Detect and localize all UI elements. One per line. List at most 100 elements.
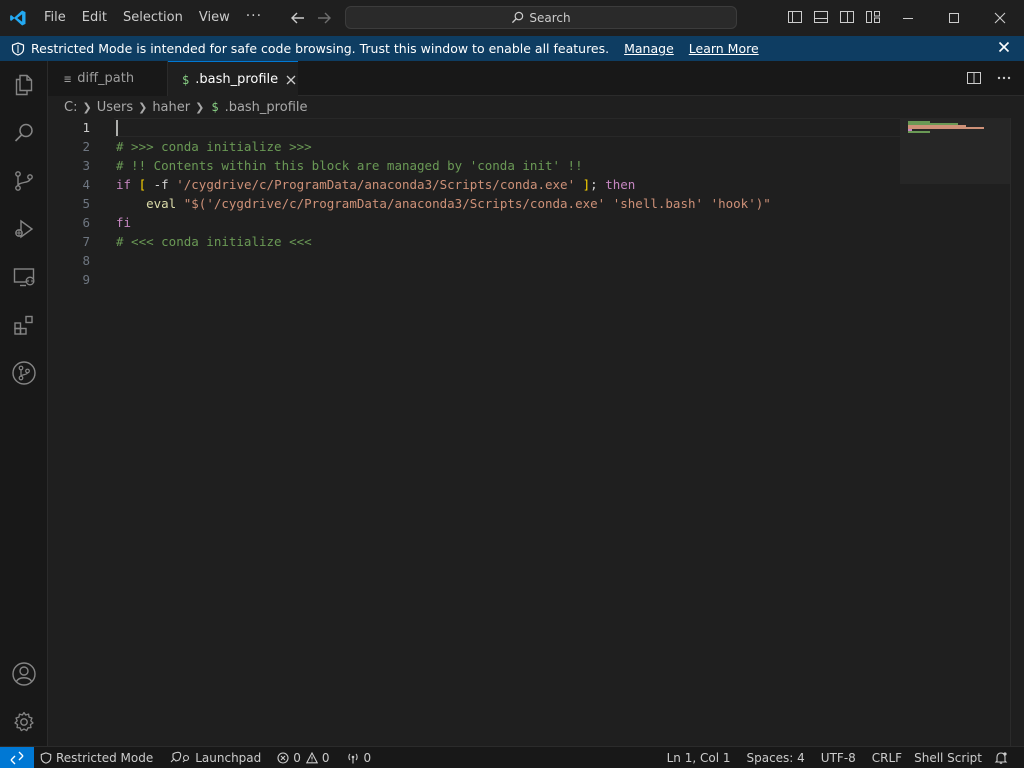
code-line: fi: [116, 215, 132, 230]
customize-layout-icon[interactable]: [865, 9, 881, 25]
editor-tab-bar: ≡ diff_path $ .bash_profile: [48, 61, 1024, 97]
breadcrumb-drive[interactable]: C:: [64, 100, 77, 115]
ports-count: 0: [363, 750, 372, 765]
line-number: 6: [82, 215, 90, 230]
code-line: # !! Contents within this block are mana…: [116, 158, 583, 173]
problems-status[interactable]: 0 0: [267, 747, 335, 768]
line-number: 2: [82, 139, 90, 154]
maximize-button[interactable]: [931, 0, 977, 35]
breadcrumb: C: ❯ Users ❯ haher ❯ $ .bash_profile: [48, 96, 1024, 118]
vertical-scrollbar[interactable]: [1010, 118, 1024, 746]
restricted-mode-label: Restricted Mode: [56, 750, 154, 765]
language-mode-status[interactable]: Shell Script: [908, 747, 988, 768]
keyword: then: [605, 177, 636, 192]
remote-indicator-button[interactable]: [0, 746, 34, 768]
launchpad-status[interactable]: Launchpad: [159, 747, 267, 768]
close-banner-icon[interactable]: [998, 41, 1010, 53]
code-line: if [ -f '/cygdrive/c/ProgramData/anacond…: [116, 175, 635, 194]
cursor-position-label: Ln 1, Col 1: [666, 751, 731, 765]
semicolon: ;: [590, 177, 606, 192]
toggle-secondary-sidebar-icon[interactable]: [839, 9, 855, 25]
restricted-mode-banner: Restricted Mode is intended for safe cod…: [0, 36, 1024, 61]
notifications-status[interactable]: [988, 747, 1024, 768]
back-arrow-icon[interactable]: [289, 9, 307, 27]
remote-explorer-icon[interactable]: [0, 253, 48, 301]
toggle-primary-sidebar-icon[interactable]: [787, 9, 803, 25]
shell-script-icon: $: [211, 100, 219, 114]
menu-selection[interactable]: Selection: [115, 0, 191, 35]
source-control-icon[interactable]: [0, 157, 48, 205]
error-count: 0: [293, 750, 301, 765]
restricted-mode-status[interactable]: Restricted Mode: [34, 747, 159, 768]
search-view-icon[interactable]: [0, 109, 48, 157]
code-line: # >>> conda initialize >>>: [116, 139, 312, 154]
more-actions-icon[interactable]: [996, 70, 1012, 86]
code-line: eval "$('/cygdrive/c/ProgramData/anacond…: [116, 194, 771, 213]
command: eval: [146, 196, 177, 211]
eol-label: CRLF: [871, 751, 903, 765]
line-number: 1: [82, 120, 90, 135]
breadcrumb-file[interactable]: .bash_profile: [225, 100, 308, 115]
encoding-label: UTF-8: [820, 751, 856, 765]
breadcrumb-user[interactable]: haher: [152, 100, 190, 115]
breadcrumb-users[interactable]: Users: [97, 100, 133, 115]
string: "$('/cygdrive/c/ProgramData/anaconda3/Sc…: [183, 196, 606, 211]
code-line: # <<< conda initialize <<<: [116, 234, 312, 249]
warning-icon: [305, 751, 318, 763]
manage-link[interactable]: Manage: [624, 41, 674, 56]
menu-more-button[interactable]: ···: [238, 0, 270, 35]
minimize-icon: [903, 17, 913, 19]
line-number: 8: [82, 253, 90, 268]
line-number: 5: [82, 196, 90, 211]
language-mode-label: Shell Script: [914, 751, 982, 765]
code-editor[interactable]: 1 2 3 4 5 6 7 8 9 # >>> conda initialize…: [48, 118, 1024, 746]
chevron-right-icon: ❯: [195, 100, 205, 114]
accounts-icon[interactable]: [0, 650, 48, 698]
command-center-search[interactable]: Search: [345, 6, 737, 29]
tab-label: .bash_profile: [195, 72, 279, 87]
shell-script-icon: $: [182, 72, 190, 87]
close-icon: [994, 12, 1006, 23]
minimap[interactable]: [900, 118, 1010, 184]
menu-view[interactable]: View: [191, 0, 238, 35]
shield-icon: [40, 751, 52, 764]
launchpad-label: Launchpad: [195, 750, 262, 765]
eol-status[interactable]: CRLF: [862, 747, 908, 768]
current-line-highlight: [114, 118, 900, 137]
title-bar: File Edit Selection View ··· Search: [0, 0, 1024, 35]
close-window-button[interactable]: [977, 0, 1023, 35]
tab-bash-profile[interactable]: $ .bash_profile: [168, 61, 298, 97]
encoding-status[interactable]: UTF-8: [811, 747, 862, 768]
warning-count: 0: [321, 750, 330, 765]
error-icon: [277, 751, 289, 764]
ports-status[interactable]: 0: [336, 747, 378, 768]
explorer-icon[interactable]: [0, 61, 48, 109]
tab-diff-path[interactable]: ≡ diff_path: [48, 61, 168, 96]
gitlens-icon[interactable]: [0, 349, 48, 397]
line-number: 7: [82, 234, 90, 249]
toggle-panel-icon[interactable]: [813, 9, 829, 25]
search-icon: [512, 11, 524, 24]
cursor-position-status[interactable]: Ln 1, Col 1: [661, 747, 737, 768]
string: '/cygdrive/c/ProgramData/anaconda3/Scrip…: [176, 177, 576, 192]
indentation-status[interactable]: Spaces: 4: [736, 747, 810, 768]
minimize-button[interactable]: [885, 0, 931, 35]
menu-file[interactable]: File: [36, 0, 74, 35]
search-label: Search: [529, 10, 571, 25]
extensions-icon[interactable]: [0, 301, 48, 349]
menu-edit[interactable]: Edit: [74, 0, 115, 35]
minimap-line: [908, 127, 984, 129]
maximize-icon: [949, 12, 959, 23]
chevron-right-icon: ❯: [82, 100, 92, 114]
forward-arrow-icon[interactable]: [315, 9, 333, 27]
split-editor-icon[interactable]: [966, 70, 982, 86]
minimap-line: [908, 131, 930, 133]
string: 'shell.bash': [612, 196, 704, 211]
close-tab-icon[interactable]: [286, 75, 296, 85]
shield-icon: [11, 41, 25, 56]
learn-more-link[interactable]: Learn More: [689, 41, 759, 56]
run-debug-icon[interactable]: [0, 205, 48, 253]
settings-gear-icon[interactable]: [0, 698, 48, 746]
